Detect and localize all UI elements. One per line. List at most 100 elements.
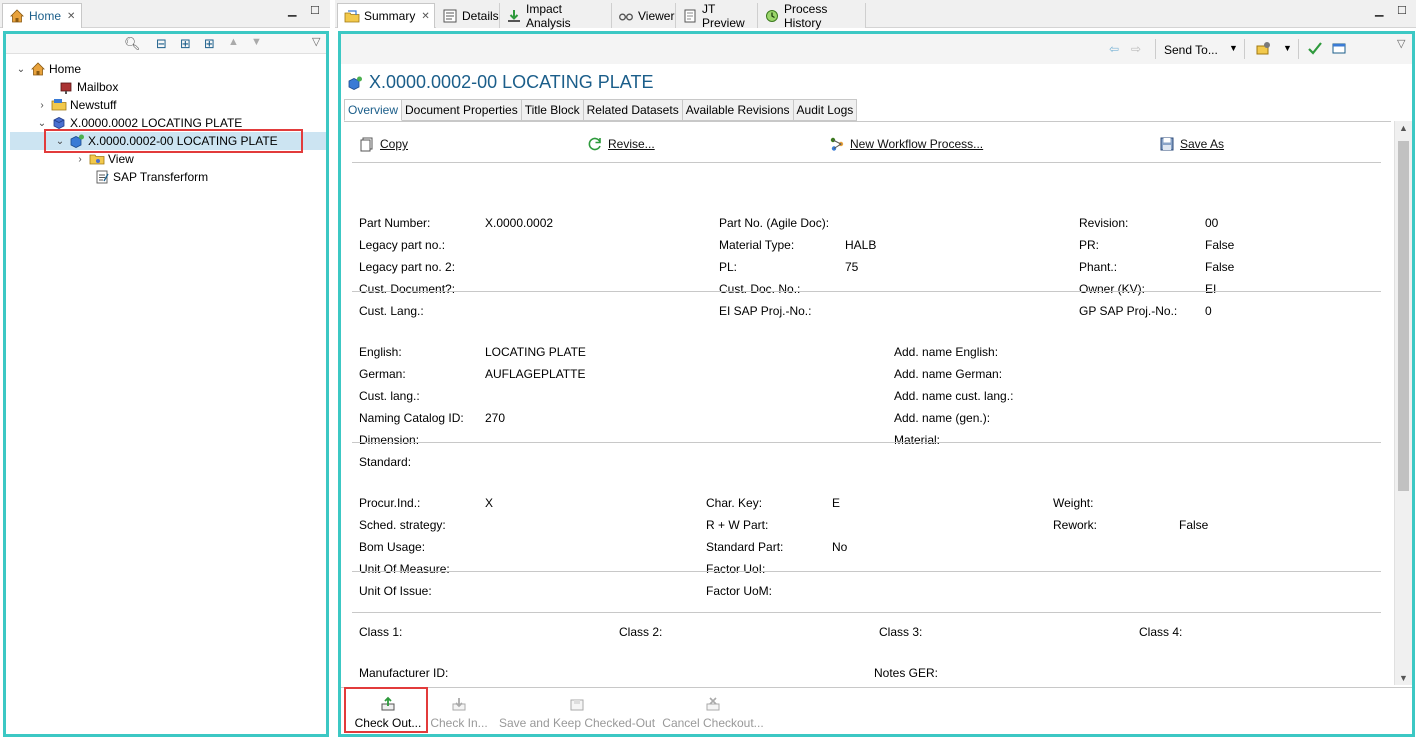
- field-label: Phant.:: [1079, 260, 1118, 274]
- tree-item-view[interactable]: › View: [74, 150, 134, 168]
- tree-item-home[interactable]: ⌄ Home: [15, 60, 81, 78]
- tree-toolbar: 🔍︎ ⊟ ⊞ ⊞ ▲ ▼ ▽: [6, 34, 326, 54]
- save-icon: [1159, 136, 1175, 152]
- tab-document-properties[interactable]: Document Properties: [402, 99, 522, 121]
- separator: [352, 571, 1381, 572]
- dropdown-arrow-icon[interactable]: ▼: [1229, 43, 1238, 53]
- tab-jt-preview[interactable]: JT Preview: [676, 2, 758, 30]
- view-menu-icon[interactable]: ▽: [312, 35, 320, 48]
- chevron-right-icon[interactable]: ›: [74, 154, 86, 165]
- field-label: Weight:: [1053, 496, 1094, 510]
- tree-item-label: View: [108, 152, 134, 166]
- tab-audit-logs[interactable]: Audit Logs: [793, 99, 858, 121]
- arrow-up-icon[interactable]: ▲: [228, 36, 239, 48]
- expand-all-icon[interactable]: ⊞: [204, 36, 215, 52]
- minimize-icon[interactable]: ▁: [288, 4, 296, 17]
- field-label: Factor UoI:: [706, 562, 766, 576]
- maximize-icon[interactable]: ☐: [1397, 4, 1407, 17]
- close-icon[interactable]: ✕: [67, 11, 75, 22]
- tab-impact-analysis[interactable]: Impact Analysis: [500, 2, 612, 30]
- refresh-icon: [587, 136, 603, 152]
- tab-overview[interactable]: Overview: [344, 99, 403, 121]
- field-value: X.0000.0002: [485, 216, 554, 230]
- home-icon: [9, 8, 25, 24]
- field-value: 00: [1205, 216, 1219, 230]
- expand-icon[interactable]: ⊞: [180, 36, 191, 52]
- jt-preview-icon: [682, 8, 698, 24]
- scroll-down-icon[interactable]: ▼: [1399, 673, 1408, 683]
- maximize-icon[interactable]: ☐: [310, 4, 320, 17]
- toolbar-separator: [1155, 39, 1156, 59]
- field-value: EI: [1205, 282, 1217, 296]
- check-icon[interactable]: [1307, 40, 1323, 59]
- vertical-scrollbar[interactable]: ▲ ▼: [1394, 121, 1412, 685]
- impact-icon: [506, 8, 522, 24]
- field-label: Rework:: [1053, 518, 1098, 532]
- tab-available-revisions[interactable]: Available Revisions: [682, 99, 794, 121]
- tab-viewer[interactable]: Viewer: [612, 3, 676, 28]
- field-label: Add. name cust. lang.:: [894, 389, 1014, 403]
- view-menu-icon[interactable]: ▽: [1397, 37, 1405, 50]
- left-tabbar: Home ✕ ▁ ☐: [0, 0, 330, 28]
- tree-item-mailbox[interactable]: Mailbox: [58, 78, 118, 96]
- tree-item-label: Home: [49, 62, 82, 76]
- tab-summary[interactable]: Summary ✕: [337, 3, 435, 28]
- check-in-button[interactable]: Check In...: [429, 694, 489, 730]
- dropdown-arrow-icon[interactable]: ▼: [1283, 43, 1292, 53]
- tab-related-datasets[interactable]: Related Datasets: [583, 99, 683, 121]
- field-value: 0: [1205, 304, 1212, 318]
- arrow-down-icon[interactable]: ▼: [251, 36, 262, 48]
- copy-link[interactable]: Copy: [359, 136, 408, 152]
- collapse-all-icon[interactable]: ⊟: [156, 36, 167, 52]
- new-workflow-link[interactable]: New Workflow Process...: [829, 136, 983, 152]
- field-label: PR:: [1079, 238, 1100, 252]
- chevron-down-icon[interactable]: ⌄: [15, 64, 27, 75]
- tree-item-sap-transferform[interactable]: SAP Transferform: [94, 168, 208, 186]
- field-value: LOCATING PLATE: [485, 345, 586, 359]
- tree-item-label: Newstuff: [70, 98, 117, 112]
- field-value: E: [832, 496, 841, 510]
- field-label: Cust. lang.:: [359, 389, 420, 403]
- field-value: HALB: [845, 238, 877, 252]
- scroll-up-icon[interactable]: ▲: [1399, 123, 1408, 133]
- close-icon[interactable]: ✕: [421, 11, 429, 22]
- revise-link[interactable]: Revise...: [587, 136, 655, 152]
- class-label: Class 1:: [359, 625, 403, 639]
- scrollbar-thumb[interactable]: [1398, 141, 1409, 491]
- tab-title-block[interactable]: Title Block: [521, 99, 584, 121]
- tools-icon[interactable]: [1256, 40, 1272, 59]
- chevron-right-icon[interactable]: ›: [36, 100, 48, 111]
- process-history-icon: [764, 8, 780, 24]
- window-icon[interactable]: [1331, 40, 1347, 59]
- separator: [352, 291, 1381, 292]
- chevron-down-icon[interactable]: ⌄: [36, 118, 48, 129]
- field-label: GP SAP Proj.-No.:: [1079, 304, 1178, 318]
- field-label: Part Number:: [359, 216, 431, 230]
- toolbar-separator: [1244, 39, 1245, 59]
- tab-process-history[interactable]: Process History: [758, 1, 866, 30]
- checkout-bar: Check Out... Check In... Save and Keep C…: [341, 687, 1412, 734]
- send-to-button[interactable]: Send To...: [1164, 43, 1218, 57]
- tree-item-newstuff[interactable]: › Newstuff: [36, 96, 116, 114]
- search-icon[interactable]: 🔍︎: [124, 36, 141, 52]
- field-label: Owner (KV):: [1079, 282, 1146, 296]
- save-keep-checked-out-button[interactable]: Save and Keep Checked-Out: [497, 694, 657, 730]
- folder-icon: [51, 97, 67, 113]
- field-label: EI SAP Proj.-No.:: [719, 304, 812, 318]
- mailbox-icon: [58, 79, 74, 95]
- tab-home[interactable]: Home ✕: [2, 3, 82, 28]
- field-label: English:: [359, 345, 402, 359]
- workflow-icon: [829, 136, 845, 152]
- back-icon[interactable]: ⇦: [1109, 42, 1119, 56]
- tab-process-label: Process History: [784, 1, 828, 30]
- check-in-icon: [451, 696, 467, 712]
- cancel-checkout-button[interactable]: Cancel Checkout...: [661, 694, 765, 730]
- forward-icon[interactable]: ⇨: [1131, 42, 1141, 56]
- save-as-link[interactable]: Save As: [1159, 136, 1224, 152]
- minimize-icon[interactable]: ▁: [1375, 4, 1383, 17]
- field-label: Standard:: [359, 455, 412, 469]
- field-label: Legacy part no.:: [359, 238, 446, 252]
- item-revision-icon: [347, 75, 363, 91]
- tab-details[interactable]: Details: [436, 3, 500, 28]
- field-value: 75: [845, 260, 859, 274]
